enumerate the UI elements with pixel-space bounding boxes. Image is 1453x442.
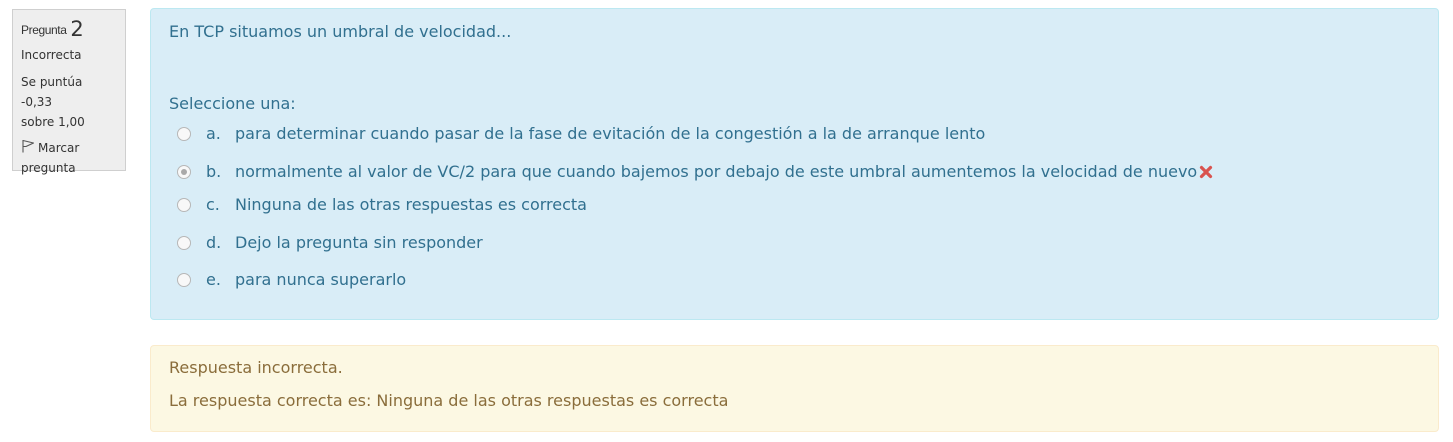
answer-letter-b: b. (206, 162, 222, 181)
answer-option-c[interactable]: c. Ninguna de las otras respuestas es co… (177, 193, 587, 217)
correct-answer-text: La respuesta correcta es: Ninguna de las… (169, 391, 729, 410)
question-label: Pregunta (21, 23, 67, 37)
answer-text-b: normalmente al valor de VC/2 para que cu… (235, 162, 1198, 181)
question-number: 2 (70, 17, 84, 41)
answer-text-e: para nunca superarlo (235, 270, 407, 289)
incorrect-cross-icon (1200, 165, 1213, 179)
answer-letter-d: d. (206, 233, 222, 252)
answer-prompt: Seleccione una: (169, 94, 296, 113)
flag-question-link[interactable]: Marcar pregunta (21, 138, 117, 178)
answer-option-d[interactable]: d. Dejo la pregunta sin responder (177, 231, 483, 255)
answer-text-d: Dejo la pregunta sin responder (235, 233, 483, 252)
question-number-heading: Pregunta 2 (21, 17, 117, 43)
flag-outline-icon (22, 139, 35, 153)
flag-label-line-2: pregunta (21, 161, 76, 175)
question-state: Incorrecta (21, 48, 82, 62)
flag-label-line-1: Marcar (38, 141, 80, 155)
question-info-panel: Pregunta 2 Incorrecta Se puntúa -0,33 so… (12, 9, 126, 175)
question-formulation: En TCP situamos un umbral de velocidad..… (150, 8, 1439, 320)
answer-text-a: para determinar cuando pasar de la fase … (235, 124, 986, 143)
question-text: En TCP situamos un umbral de velocidad..… (169, 22, 512, 41)
answer-letter-c: c. (206, 195, 220, 214)
answer-radio-d[interactable] (177, 236, 191, 250)
answer-option-e[interactable]: e. para nunca superarlo (177, 268, 406, 292)
answer-radio-a[interactable] (177, 127, 191, 141)
answer-option-a[interactable]: a. para determinar cuando pasar de la fa… (177, 122, 985, 146)
grade-line-1: Se puntúa -0,33 (21, 75, 83, 109)
answer-radio-e[interactable] (177, 273, 191, 287)
answer-radio-c[interactable] (177, 198, 191, 212)
feedback-result: Respuesta incorrecta. (169, 358, 343, 377)
grade-line-2: sobre 1,00 (21, 115, 85, 129)
answer-radio-b[interactable] (177, 165, 191, 179)
answer-option-b[interactable]: b. normalmente al valor de VC/2 para que… (177, 160, 1213, 184)
answer-letter-e: e. (206, 270, 221, 289)
answer-letter-a: a. (206, 124, 221, 143)
answer-text-c: Ninguna de las otras respuestas es corre… (235, 195, 587, 214)
feedback-panel: Respuesta incorrecta. La respuesta corre… (150, 345, 1439, 432)
question-grade: Se puntúa -0,33 sobre 1,00 (21, 72, 117, 132)
